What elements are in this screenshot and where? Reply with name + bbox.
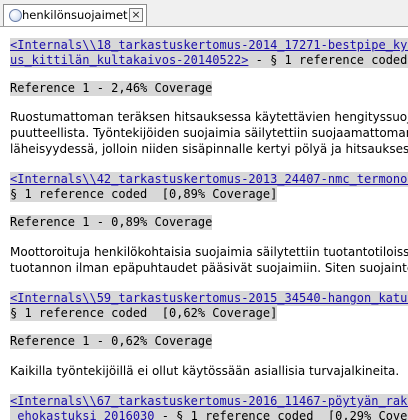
reference-summary: § 1 reference coded [0,62% Coverage]	[10, 306, 278, 321]
close-icon[interactable]: ×	[129, 8, 143, 22]
source-link[interactable]: <Internals\\67_tarkastuskertomus-2016_11…	[10, 394, 408, 408]
reference-text-line: läheisyydessä, jolloin niiden sisäpinnal…	[10, 142, 408, 156]
reference-text-line: tuotannon ilman epäpuhtaudet pääsivät su…	[10, 261, 408, 275]
source-link-line[interactable]: <Internals\\67_tarkastuskertomus-2016_11…	[10, 394, 408, 409]
source-link-line[interactable]: <Internals\\59_tarkastuskertomus-2015_34…	[10, 291, 408, 306]
source-link[interactable]: <Internals\\59_tarkastuskertomus-2015_34…	[10, 291, 408, 305]
reference-summary: § 1 reference coded [0,89% Coverage]	[10, 187, 278, 202]
document-tab-bar: henkilönsuojaimet ×	[0, 0, 408, 27]
reference-header: Reference 1 - 2,46% Coverage	[10, 81, 213, 96]
source-link-line[interactable]: _ehokastuksi_2016030 - § 1 reference cod…	[10, 409, 408, 420]
source-link[interactable]: <Internals\\18_tarkastuskertomus-2014_17…	[10, 38, 408, 52]
reference-summary: - § 1 reference coded [2,46% Co	[255, 53, 408, 67]
source-link-line[interactable]: us_kittilän_kultakaivos-20140522> - § 1 …	[10, 53, 408, 68]
tab-label: henkilönsuojaimet	[22, 8, 128, 22]
reference-text-line: puutteellista. Työntekijöiden suojaimia …	[10, 126, 408, 140]
reference-summary: 1 reference coded [0,29% Coverage	[190, 409, 408, 420]
reference-text-line: Ruostumattoman teräksen hitsauksessa käy…	[10, 110, 408, 124]
reference-header: Reference 1 - 0,89% Coverage	[10, 215, 213, 230]
source-link-line[interactable]: <Internals\\18_tarkastuskertomus-2014_17…	[10, 38, 408, 53]
tab-henkilonsuojaimet[interactable]: henkilönsuojaimet ×	[3, 4, 147, 26]
source-link-line[interactable]: <Internals\\42_tarkastuskertomus-2013_24…	[10, 172, 408, 187]
coded-references-view: <Internals\\18_tarkastuskertomus-2014_17…	[0, 27, 408, 420]
reference-header: Reference 1 - 0,62% Coverage	[10, 334, 213, 349]
reference-text-line: Moottoroituja henkilökohtaisia suojaimia…	[10, 245, 408, 259]
reference-text-line: Kaikilla työntekijöillä ei ollut käytöss…	[10, 364, 400, 378]
node-icon	[9, 9, 22, 22]
source-link-continued[interactable]: _ehokastuksi_2016030	[10, 409, 155, 420]
source-link-continued[interactable]: us_kittilän_kultakaivos-20140522>	[10, 53, 248, 67]
source-link[interactable]: <Internals\\42_tarkastuskertomus-2013_24…	[10, 172, 408, 186]
